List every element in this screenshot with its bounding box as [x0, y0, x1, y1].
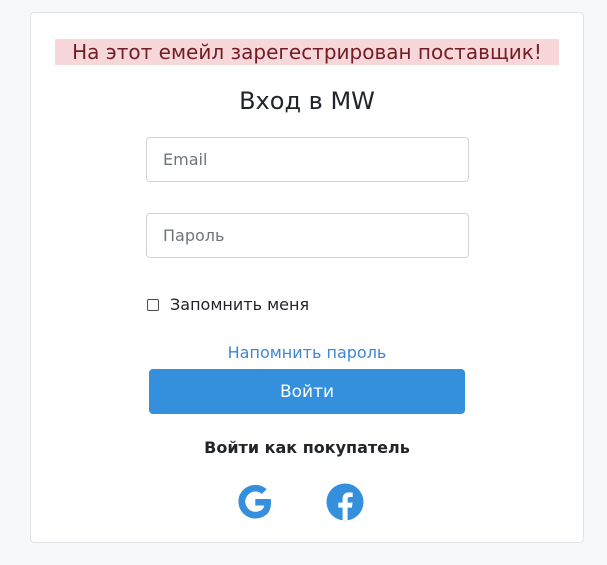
facebook-login-button[interactable] [325, 482, 365, 522]
password-field[interactable] [146, 213, 469, 258]
forgot-password-link[interactable]: Напомнить пароль [31, 343, 583, 363]
login-button[interactable]: Войти [149, 369, 465, 414]
buyer-login-heading: Войти как покупатель [204, 438, 410, 457]
google-icon [238, 484, 271, 519]
remember-me-option[interactable]: Запомнить меня [147, 295, 309, 315]
login-card: На этот емейл зарегестрирован поставщик!… [30, 12, 584, 543]
remember-me-label: Запомнить меня [170, 295, 310, 314]
error-alert: На этот емейл зарегестрирован поставщик! [55, 39, 559, 65]
facebook-icon [326, 483, 364, 521]
google-login-button[interactable] [235, 482, 275, 522]
remember-me-checkbox[interactable] [147, 299, 159, 311]
page-title: Вход в MW [239, 87, 375, 115]
email-field[interactable] [146, 137, 469, 182]
